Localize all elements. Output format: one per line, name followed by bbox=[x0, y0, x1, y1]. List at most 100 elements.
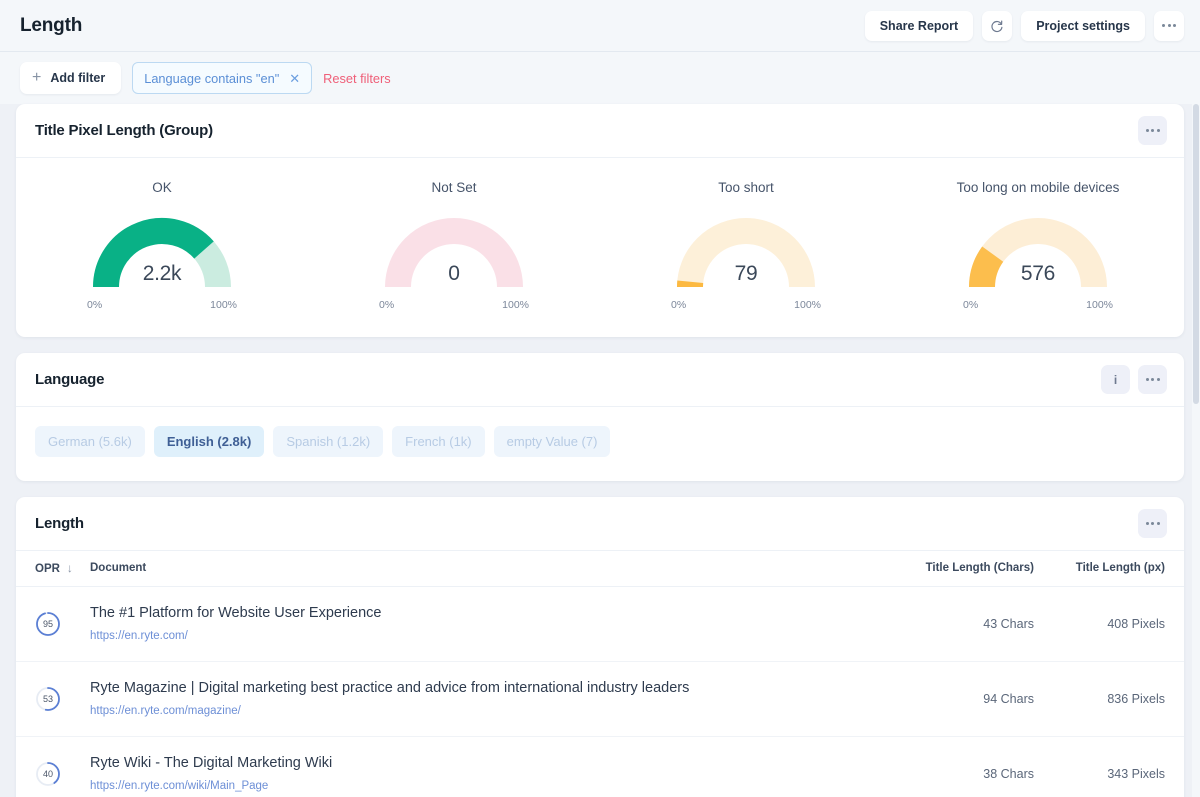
length-card-more-button[interactable] bbox=[1138, 509, 1167, 538]
gauge-tick-max: 100% bbox=[1086, 299, 1113, 311]
gauge-2: Not Set 0 0% 100% bbox=[308, 180, 600, 311]
language-chip[interactable]: French (1k) bbox=[392, 426, 485, 457]
opr-cell: 53 bbox=[16, 661, 90, 738]
language-chip-active[interactable]: English (2.8k) bbox=[153, 426, 265, 457]
gauge-ticks: 0% 100% bbox=[379, 299, 529, 311]
language-card-header: Language i bbox=[16, 353, 1184, 407]
title-length-px-cell: 343 Pixels bbox=[1034, 736, 1184, 797]
project-settings-button[interactable]: Project settings bbox=[1021, 10, 1145, 41]
gauge-card-header: Title Pixel Length (Group) bbox=[16, 104, 1184, 158]
page-title: Length bbox=[20, 14, 83, 36]
gauge-card-title: Title Pixel Length (Group) bbox=[35, 122, 213, 139]
ellipsis-icon bbox=[1145, 378, 1160, 381]
reset-filters-link[interactable]: Reset filters bbox=[323, 71, 391, 86]
column-header-document[interactable]: Document bbox=[90, 551, 884, 587]
document-url[interactable]: https://en.ryte.com/ bbox=[90, 630, 188, 642]
ellipsis-icon bbox=[1145, 129, 1160, 132]
gauge-tick-min: 0% bbox=[671, 299, 687, 311]
opr-value: 95 bbox=[42, 619, 53, 630]
column-header-title-length-px[interactable]: Title Length (px) bbox=[1034, 551, 1184, 587]
language-card: Language i German (5.6k) English (2.8k) Sp… bbox=[16, 353, 1184, 481]
ellipsis-icon bbox=[1162, 24, 1176, 27]
table-row[interactable]: 40 Ryte Wiki - The Digital Marketing Wiki… bbox=[16, 736, 1184, 797]
opr-ring-icon: 40 bbox=[35, 761, 61, 787]
length-card-title: Length bbox=[35, 515, 84, 532]
page-header: Length Share Report Project settings bbox=[0, 0, 1200, 52]
document-title[interactable]: Ryte Magazine | Digital marketing best p… bbox=[90, 679, 884, 697]
opr-cell: 95 bbox=[16, 586, 90, 663]
document-url[interactable]: https://en.ryte.com/wiki/Main_Page bbox=[90, 780, 268, 792]
gauge-tick-max: 100% bbox=[210, 299, 237, 311]
opr-label: OPR bbox=[35, 563, 60, 575]
table-row[interactable]: 95 The #1 Platform for Website User Exper… bbox=[16, 586, 1184, 663]
add-filter-button[interactable]: + Add filter bbox=[20, 62, 122, 94]
table-body: 95 The #1 Platform for Website User Exper… bbox=[16, 586, 1184, 797]
length-table: OPR ↓ Document Title Length (Chars) Title… bbox=[16, 551, 1184, 797]
refresh-button[interactable] bbox=[982, 10, 1013, 41]
filter-bar: + Add filter Language contains "en" ✕ Re… bbox=[0, 52, 1200, 104]
language-chip-list: German (5.6k) English (2.8k) Spanish (1.2k… bbox=[16, 407, 1184, 481]
length-card-actions bbox=[1138, 509, 1167, 538]
document-title[interactable]: The #1 Platform for Website User Experie… bbox=[90, 604, 884, 622]
document-url[interactable]: https://en.ryte.com/magazine/ bbox=[90, 705, 241, 717]
title-length-px-cell: 408 Pixels bbox=[1034, 586, 1184, 663]
language-chip[interactable]: Spanish (1.2k) bbox=[273, 426, 384, 457]
gauge-label: Too long on mobile devices bbox=[956, 180, 1120, 195]
arrow-down-icon: ↓ bbox=[66, 561, 73, 575]
report-page: Length Share Report Project settings + A… bbox=[0, 0, 1200, 797]
gauge-row: OK 2.2k 0% 100% Not Set 0 0% 100% Too short 79 0% 1… bbox=[16, 158, 1184, 337]
gauge-ticks: 0% 100% bbox=[87, 299, 237, 311]
table-row[interactable]: 53 Ryte Magazine | Digital marketing best… bbox=[16, 661, 1184, 738]
opr-ring-icon: 95 bbox=[35, 611, 61, 637]
page-scrollbar[interactable] bbox=[1192, 104, 1200, 797]
gauge-label: Not Set bbox=[431, 180, 477, 195]
active-filter-chip[interactable]: Language contains "en" ✕ bbox=[132, 62, 313, 94]
document-cell: Ryte Magazine | Digital marketing best p… bbox=[90, 661, 884, 738]
gauge-arc: 79 bbox=[671, 207, 821, 297]
document-cell: The #1 Platform for Website User Experie… bbox=[90, 586, 884, 663]
gauge-arc: 2.2k bbox=[87, 207, 237, 297]
language-card-actions: i bbox=[1101, 365, 1167, 394]
report-content: Title Pixel Length (Group) OK 2.2k 0% 100% N… bbox=[0, 104, 1200, 797]
language-info-button[interactable]: i bbox=[1101, 365, 1130, 394]
opr-value: 53 bbox=[42, 694, 53, 705]
title-length-chars-cell: 38 Chars bbox=[884, 736, 1034, 797]
language-card-more-button[interactable] bbox=[1138, 365, 1167, 394]
document-title[interactable]: Ryte Wiki - The Digital Marketing Wiki bbox=[90, 754, 884, 772]
gauge-value: 576 bbox=[1020, 262, 1056, 285]
gauge-arc: 0 bbox=[379, 207, 529, 297]
table-head: OPR ↓ Document Title Length (Chars) Title… bbox=[16, 551, 1184, 587]
language-chip[interactable]: empty Value (7) bbox=[493, 426, 611, 457]
gauge-tick-max: 100% bbox=[794, 299, 821, 311]
add-filter-label: Add filter bbox=[50, 71, 106, 85]
length-card-header: Length bbox=[16, 497, 1184, 551]
column-header-opr[interactable]: OPR ↓ bbox=[16, 551, 90, 587]
scrollbar-thumb[interactable] bbox=[1193, 104, 1199, 404]
gauge-card-more-button[interactable] bbox=[1138, 116, 1167, 145]
gauge-tick-min: 0% bbox=[379, 299, 395, 311]
gauge-arc: 576 bbox=[963, 207, 1113, 297]
gauge-value: 2.2k bbox=[142, 262, 182, 285]
gauge-ticks: 0% 100% bbox=[671, 299, 821, 311]
column-header-title-length-chars[interactable]: Title Length (Chars) bbox=[884, 551, 1034, 587]
header-actions: Share Report Project settings bbox=[864, 10, 1184, 41]
gauge-3: Too short 79 0% 100% bbox=[600, 180, 892, 311]
plus-icon: + bbox=[32, 69, 42, 86]
opr-cell: 40 bbox=[16, 736, 90, 797]
language-card-title: Language bbox=[35, 371, 105, 388]
opr-ring-icon: 53 bbox=[35, 686, 61, 712]
gauge-tick-min: 0% bbox=[963, 299, 979, 311]
title-length-px-cell: 836 Pixels bbox=[1034, 661, 1184, 738]
language-chip[interactable]: German (5.6k) bbox=[35, 426, 145, 457]
opr-value: 40 bbox=[42, 769, 53, 780]
refresh-icon bbox=[991, 20, 1003, 32]
info-icon: i bbox=[1113, 372, 1118, 387]
gauge-1: OK 2.2k 0% 100% bbox=[16, 180, 308, 311]
share-report-button[interactable]: Share Report bbox=[864, 10, 974, 41]
gauge-tick-min: 0% bbox=[87, 299, 103, 311]
header-more-button[interactable] bbox=[1154, 10, 1184, 41]
close-icon[interactable]: ✕ bbox=[289, 72, 300, 85]
title-length-chars-cell: 43 Chars bbox=[884, 586, 1034, 663]
gauge-value: 0 bbox=[448, 262, 460, 285]
title-length-chars-cell: 94 Chars bbox=[884, 661, 1034, 738]
